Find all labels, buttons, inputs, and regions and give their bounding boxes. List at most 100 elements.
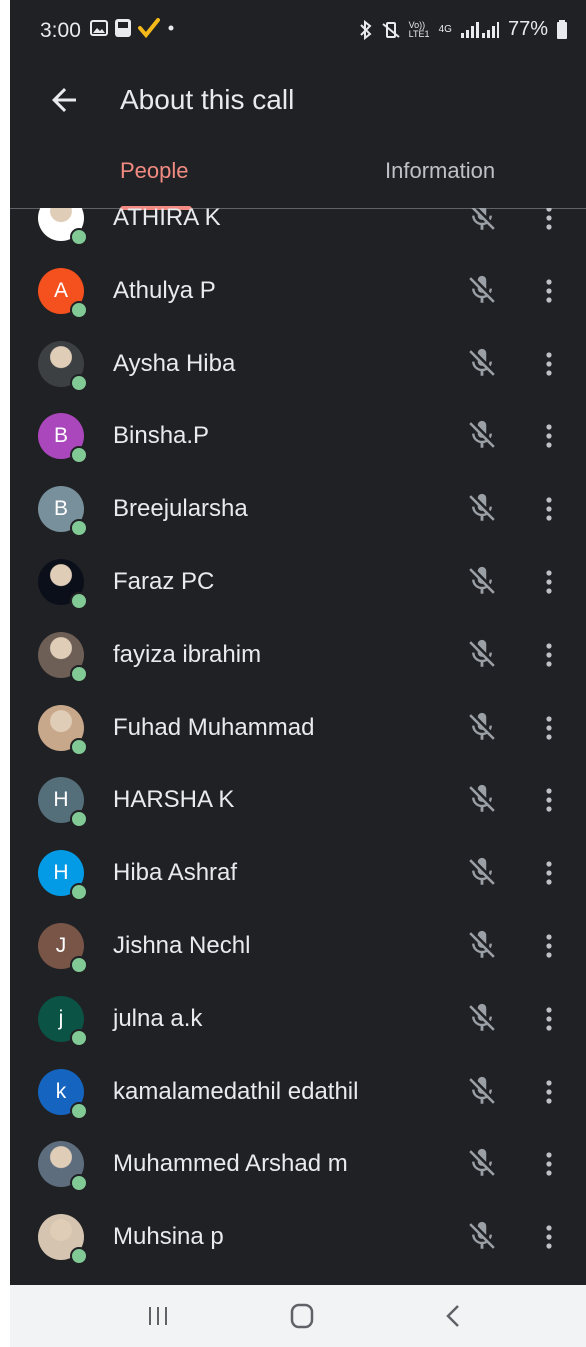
presence-dot <box>70 956 88 974</box>
mic-off-icon[interactable] <box>465 208 499 234</box>
volte-indicator: Vo)) LTE1 <box>408 19 430 39</box>
battery-icon <box>557 19 567 39</box>
avatar-initial: B <box>53 424 68 448</box>
mic-off-icon[interactable] <box>465 346 499 380</box>
mic-off-icon[interactable] <box>465 782 499 816</box>
participant-list[interactable]: ATHIRA K A Athulya P Aysha Hiba B Binsha.P B Br… <box>10 208 586 1285</box>
participant-row[interactable]: Aysha Hiba <box>10 327 586 400</box>
participant-name: Muhammed Arshad m <box>113 1150 348 1178</box>
participant-row[interactable]: Muhsina p <box>10 1200 586 1273</box>
notification-icons <box>90 18 176 38</box>
avatar-initial: j <box>58 1006 64 1030</box>
system-icons: Vo)) LTE1 4G 77% <box>359 18 568 41</box>
presence-dot <box>70 810 88 829</box>
participant-row[interactable]: H HARSHA K <box>10 763 586 836</box>
participant-row[interactable]: ATHIRA K <box>10 208 586 254</box>
gallery-icon <box>90 20 108 36</box>
participant-row[interactable]: k kamalamedathil edathil <box>10 1055 586 1128</box>
mic-off-icon[interactable] <box>465 710 499 744</box>
more-options-icon[interactable] <box>536 1220 562 1254</box>
checkmark-icon <box>138 18 160 38</box>
avatar-initial: k <box>55 1079 67 1103</box>
more-options-icon[interactable] <box>536 711 562 745</box>
participant-name: Fuhad Muhammad <box>113 713 315 741</box>
mic-off-icon[interactable] <box>465 1074 499 1108</box>
participant-name: Muhsina p <box>113 1223 224 1251</box>
presence-dot <box>70 373 88 392</box>
mic-off-icon[interactable] <box>465 491 499 525</box>
presence-dot <box>70 519 88 538</box>
more-options-icon[interactable] <box>536 1147 562 1181</box>
nav-back-button[interactable] <box>434 1299 474 1333</box>
presence-dot <box>70 300 88 319</box>
battery-percent: 77% <box>507 18 548 40</box>
participant-row[interactable]: Muhammed Arshad m <box>10 1127 586 1200</box>
presence-dot <box>70 883 88 902</box>
more-options-icon[interactable] <box>536 1075 562 1109</box>
presence-dot <box>70 737 88 756</box>
participant-row[interactable]: B Breejularsha <box>10 472 586 545</box>
meet-screen: 3:00 Vo)) LTE1 4G 77% About this call Pe… <box>10 0 586 1285</box>
more-options-icon[interactable] <box>536 929 562 963</box>
status-time: 3:00 <box>40 19 81 42</box>
participant-row[interactable]: fayiza ibrahim <box>10 618 586 691</box>
participant-name: Aysha Hiba <box>113 349 236 377</box>
recents-button[interactable] <box>138 1299 178 1333</box>
presence-dot <box>70 1247 88 1266</box>
mic-off-icon[interactable] <box>465 1146 499 1180</box>
tab-information[interactable]: Information <box>385 158 495 184</box>
status-bar: 3:00 Vo)) LTE1 4G 77% <box>10 0 586 64</box>
avatar-initial: B <box>53 497 68 521</box>
presence-dot <box>70 664 88 683</box>
avatar-initial: H <box>53 861 69 885</box>
mic-off-icon[interactable] <box>465 855 499 889</box>
system-nav-bar <box>10 1285 586 1347</box>
mic-off-icon[interactable] <box>465 273 499 307</box>
avatar-initial: H <box>53 788 69 812</box>
participant-row[interactable]: A Athulya P <box>10 254 586 327</box>
participant-name: Hiba Ashraf <box>113 859 238 887</box>
presence-dot <box>70 1101 88 1120</box>
more-options-icon[interactable] <box>536 565 562 599</box>
participant-name: fayiza ibrahim <box>113 640 262 668</box>
more-options-icon[interactable] <box>536 208 562 235</box>
more-options-icon[interactable] <box>536 856 562 890</box>
more-options-icon[interactable] <box>536 347 562 381</box>
participant-row[interactable]: B Binsha.P <box>10 399 586 472</box>
mic-off-icon[interactable] <box>465 928 499 962</box>
participant-name: Breejularsha <box>113 495 248 523</box>
mic-off-icon[interactable] <box>465 418 499 452</box>
participant-row[interactable]: Faraz PC <box>10 545 586 618</box>
back-button[interactable] <box>46 82 82 118</box>
mic-off-icon[interactable] <box>465 564 499 598</box>
presence-dot <box>70 1028 88 1047</box>
avatar-initial: A <box>53 278 68 302</box>
participant-name: HARSHA K <box>113 786 235 814</box>
more-options-icon[interactable] <box>536 492 562 526</box>
mic-off-icon[interactable] <box>465 1219 499 1253</box>
participant-row[interactable]: J Jishna Nechl <box>10 909 586 982</box>
participant-name: Jishna Nechl <box>113 932 251 959</box>
mic-off-icon[interactable] <box>465 1001 499 1035</box>
participant-name: julna a.k <box>113 1004 203 1032</box>
participant-row[interactable]: Fuhad Muhammad <box>10 691 586 764</box>
tab-people[interactable]: People <box>120 158 189 184</box>
more-options-icon[interactable] <box>536 638 562 672</box>
more-options-icon[interactable] <box>536 1002 562 1036</box>
page-title: About this call <box>120 84 295 115</box>
avatar-initial: J <box>55 934 67 957</box>
more-options-icon[interactable] <box>536 783 562 817</box>
home-button[interactable] <box>282 1299 322 1333</box>
presence-dot <box>70 228 88 246</box>
more-options-icon[interactable] <box>536 274 562 308</box>
app-bar: About this call <box>10 64 586 134</box>
vibrate-mute-icon <box>381 21 400 38</box>
presence-dot <box>70 592 88 610</box>
mic-off-icon[interactable] <box>465 637 499 671</box>
participant-row[interactable]: j julna a.k <box>10 982 586 1055</box>
presence-dot <box>70 446 88 465</box>
participant-row[interactable]: H Hiba Ashraf <box>10 836 586 909</box>
presence-dot <box>70 1174 88 1193</box>
participant-name: Binsha.P <box>113 422 210 450</box>
more-options-icon[interactable] <box>536 419 562 453</box>
